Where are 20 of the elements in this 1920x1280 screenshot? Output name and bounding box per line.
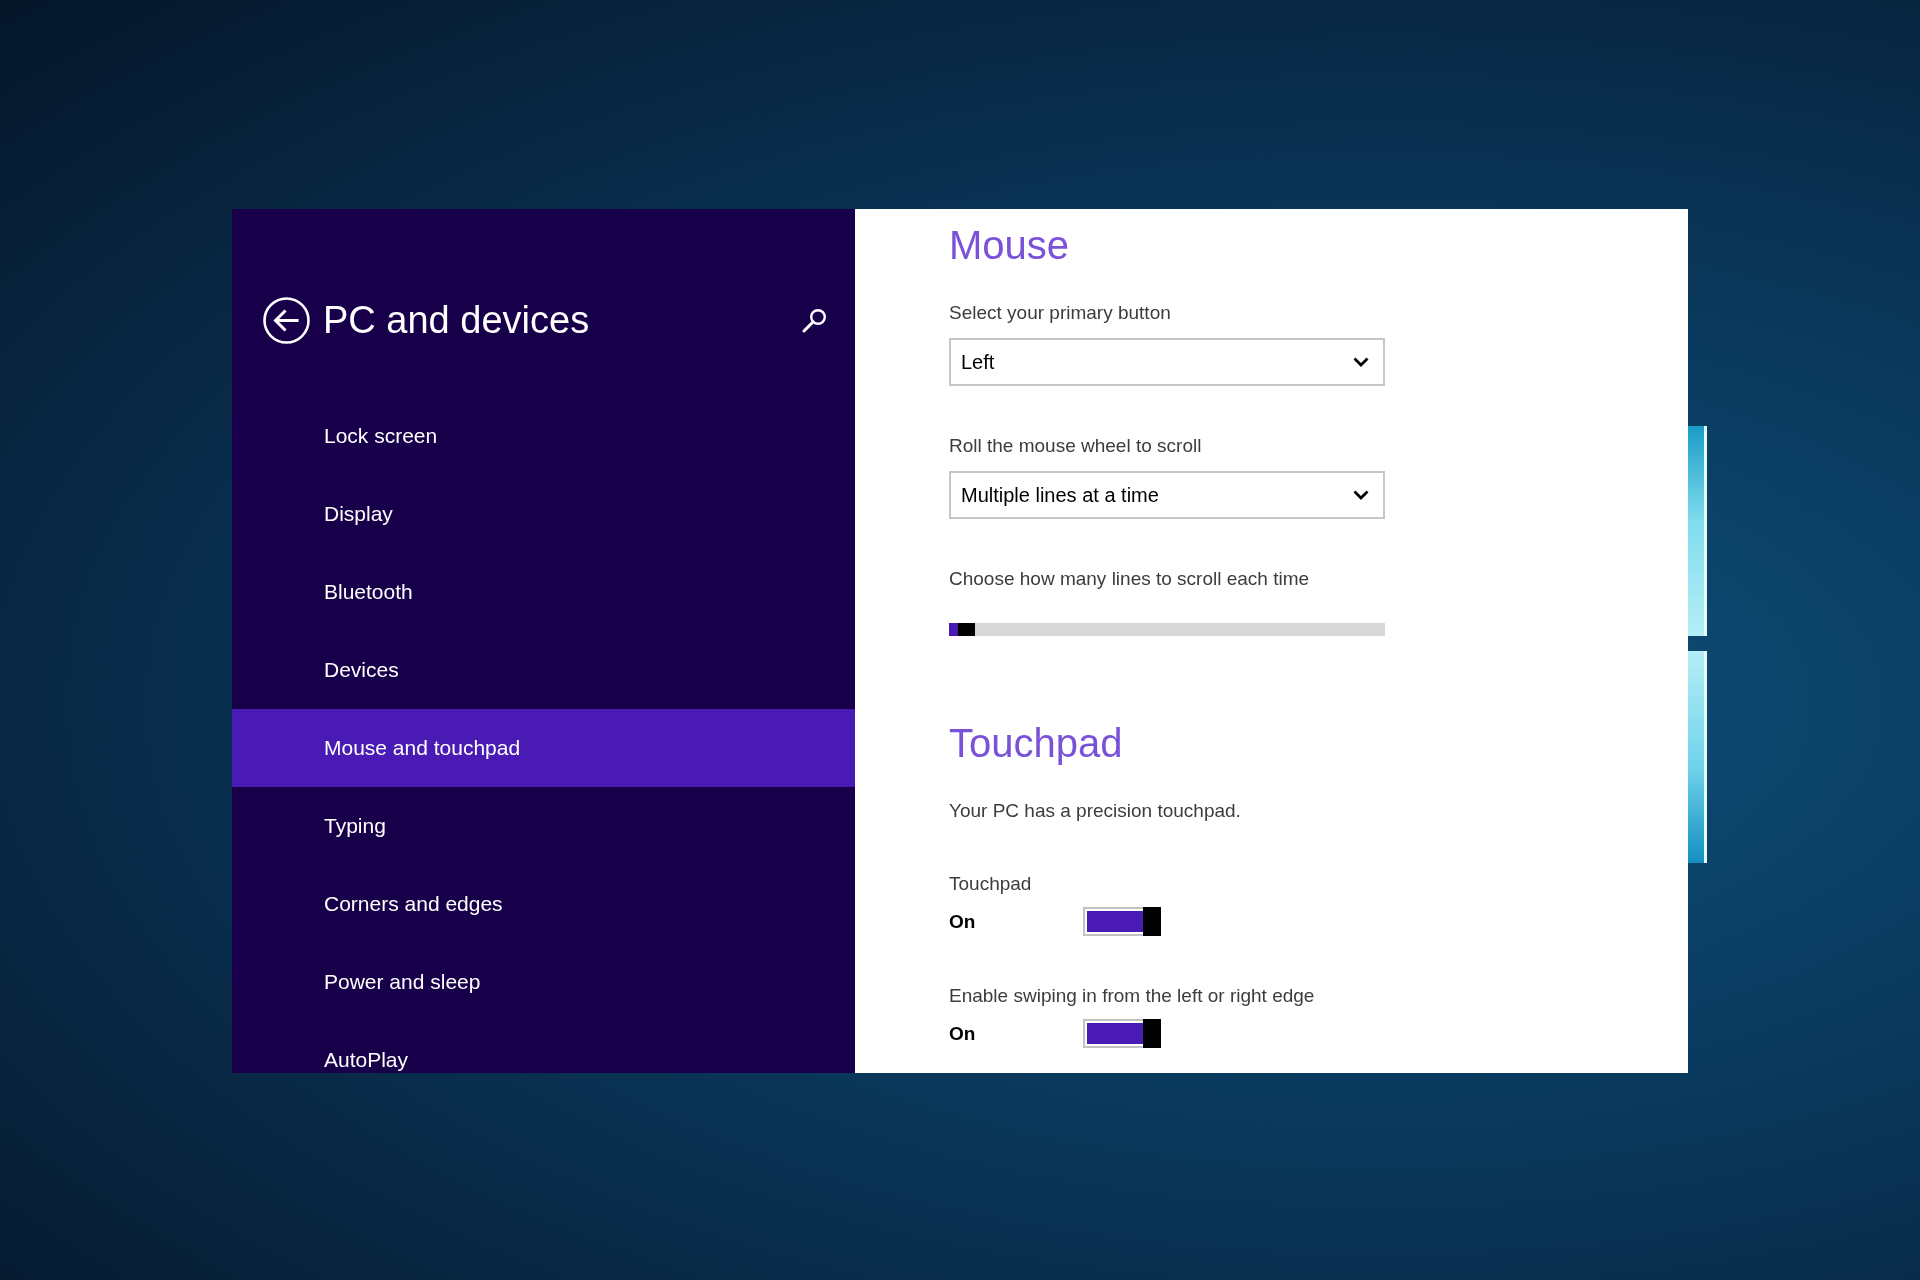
setting-label: Touchpad [949,872,1032,896]
search-icon[interactable] [802,307,827,333]
slider-track[interactable] [949,623,1385,636]
toggle-switch[interactable] [1083,907,1161,936]
dropdown[interactable]: Left [949,338,1385,386]
toggle-state-label: On [949,1022,976,1044]
page-title: PC and devices [323,298,590,343]
setting-label: Enable swiping in from the left or right edge [949,984,1315,1008]
setting-label: Select your primary button [949,301,1171,325]
nav-item[interactable]: Mouse and touchpad [232,709,855,787]
toggle-switch[interactable] [1083,1019,1161,1048]
dropdown[interactable]: Multiple lines at a time [949,471,1385,519]
chevron-down-icon [1353,357,1369,367]
description-text: Your PC has a precision touchpad. [949,799,1241,823]
setting-label: Choose how many lines to scroll each time [949,567,1310,591]
section-heading: Mouse [949,222,1070,269]
setting-label: Roll the mouse wheel to scroll [949,434,1202,458]
chevron-down-icon [1353,490,1369,500]
section-heading: Touchpad [949,720,1123,767]
toggle-state-label: On [949,910,976,932]
